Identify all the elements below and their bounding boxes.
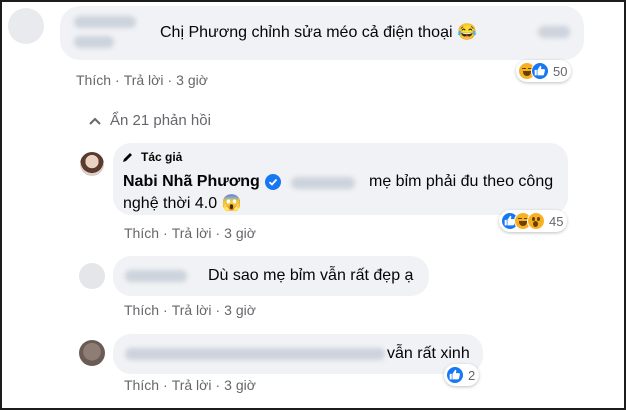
comment-actions: Thích · Trả lời · 3 giờ bbox=[124, 377, 256, 393]
blurred-author-name bbox=[125, 270, 187, 282]
blurred-author-name bbox=[125, 348, 385, 360]
reply-action[interactable]: Trả lời bbox=[172, 225, 212, 241]
comment-text: vẫn rất xinh bbox=[387, 345, 470, 362]
pencil-icon bbox=[123, 153, 132, 162]
blurred-author-name bbox=[74, 36, 114, 48]
comment-text: mẹ bỉm phải đu theo công bbox=[369, 173, 554, 190]
reaction-count: 45 bbox=[549, 213, 564, 229]
comment-bubble: Tác giả Nabi Nhã Phương mẹ bỉm phải đu t… bbox=[113, 143, 568, 215]
wow-icon bbox=[527, 212, 545, 230]
reply-action[interactable]: Trả lời bbox=[172, 302, 212, 318]
comment-actions: Thích · Trả lời · 3 giờ bbox=[124, 225, 256, 241]
comment-bubble: Chị Phương chỉnh sửa méo cả điện thoại 😂 bbox=[60, 6, 584, 60]
blurred-tag bbox=[291, 177, 355, 189]
hide-replies-button[interactable]: Ẩn 21 phản hồi bbox=[88, 112, 211, 129]
reaction-summary[interactable]: 2 bbox=[444, 364, 480, 386]
reaction-count: 2 bbox=[468, 367, 476, 383]
avatar[interactable] bbox=[80, 152, 104, 176]
author-name[interactable]: Nabi Nhã Phương bbox=[123, 173, 260, 191]
avatar[interactable] bbox=[79, 263, 105, 289]
avatar[interactable] bbox=[79, 340, 105, 366]
comment-actions: Thích · Trả lời · 3 giờ bbox=[124, 302, 256, 318]
chevron-up-icon bbox=[89, 117, 101, 125]
comment-bubble: vẫn rất xinh bbox=[113, 334, 483, 374]
timestamp[interactable]: 3 giờ bbox=[176, 72, 208, 88]
comment-text: Dù sao mẹ bỉm vẫn rất đẹp ạ bbox=[208, 267, 414, 284]
like-action[interactable]: Thích bbox=[76, 72, 111, 88]
reaction-count: 50 bbox=[553, 63, 568, 79]
comment-actions: Thích · Trả lời · 3 giờ bbox=[76, 72, 208, 88]
blurred-tag bbox=[538, 26, 570, 38]
comment-bubble: Dù sao mẹ bỉm vẫn rất đẹp ạ bbox=[113, 256, 429, 296]
reaction-summary[interactable]: 45 bbox=[499, 210, 568, 232]
like-action[interactable]: Thích bbox=[124, 377, 159, 393]
comment-text: nghệ thời 4.0 😱 bbox=[123, 195, 242, 212]
timestamp[interactable]: 3 giờ bbox=[224, 302, 256, 318]
hide-replies-label: Ẩn 21 phản hồi bbox=[110, 112, 211, 129]
like-icon bbox=[446, 366, 464, 384]
timestamp[interactable]: 3 giờ bbox=[224, 225, 256, 241]
author-badge: Tác giả bbox=[141, 150, 183, 164]
like-icon bbox=[531, 62, 549, 80]
comment-text: Chị Phương chỉnh sửa méo cả điện thoại 😂 bbox=[160, 24, 477, 41]
avatar[interactable] bbox=[8, 8, 44, 44]
blurred-author-name bbox=[74, 16, 136, 28]
like-action[interactable]: Thích bbox=[124, 302, 159, 318]
verified-badge-icon bbox=[265, 174, 281, 190]
reply-action[interactable]: Trả lời bbox=[124, 72, 164, 88]
like-action[interactable]: Thích bbox=[124, 225, 159, 241]
reply-action[interactable]: Trả lời bbox=[172, 377, 212, 393]
timestamp[interactable]: 3 giờ bbox=[224, 377, 256, 393]
reaction-summary[interactable]: 50 bbox=[516, 60, 572, 82]
